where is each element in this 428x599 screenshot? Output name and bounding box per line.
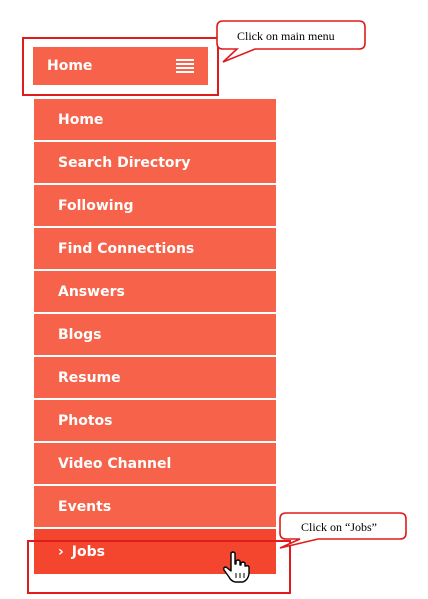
menu-item-label: Video Channel <box>58 455 172 472</box>
menu-item-label: Home <box>58 111 104 128</box>
main-menu-button[interactable]: Home <box>33 47 208 85</box>
menu-item-label: Following <box>58 197 134 214</box>
menu-item-resume[interactable]: Resume <box>34 357 276 400</box>
menu-item-search-directory[interactable]: Search Directory <box>34 142 276 185</box>
menu-item-find-connections[interactable]: Find Connections <box>34 228 276 271</box>
menu-item-label: Answers <box>58 283 125 300</box>
hand-cursor-icon <box>223 551 250 583</box>
menu-item-following[interactable]: Following <box>34 185 276 228</box>
menu-item-answers[interactable]: Answers <box>34 271 276 314</box>
menu-item-video-channel[interactable]: Video Channel <box>34 443 276 486</box>
menu-item-home[interactable]: Home <box>34 99 276 142</box>
menu-item-label: Resume <box>58 369 121 386</box>
menu-item-label: Photos <box>58 412 113 429</box>
callout-main-menu-text: Click on main menu <box>237 29 335 43</box>
menu-item-label: Search Directory <box>58 154 191 171</box>
main-menu-label: Home <box>47 58 93 74</box>
callout-jobs-text: Click on “Jobs” <box>301 520 377 534</box>
menu-item-label: Blogs <box>58 326 102 343</box>
hamburger-icon[interactable] <box>176 59 194 73</box>
menu-item-label: Find Connections <box>58 240 195 257</box>
callout-main-menu <box>216 20 366 63</box>
menu-item-blogs[interactable]: Blogs <box>34 314 276 357</box>
dropdown-menu: Home Search Directory Following Find Con… <box>34 99 276 574</box>
menu-item-photos[interactable]: Photos <box>34 400 276 443</box>
jobs-highlight <box>27 540 291 594</box>
menu-item-label: Events <box>58 498 112 515</box>
menu-item-events[interactable]: Events <box>34 486 276 529</box>
